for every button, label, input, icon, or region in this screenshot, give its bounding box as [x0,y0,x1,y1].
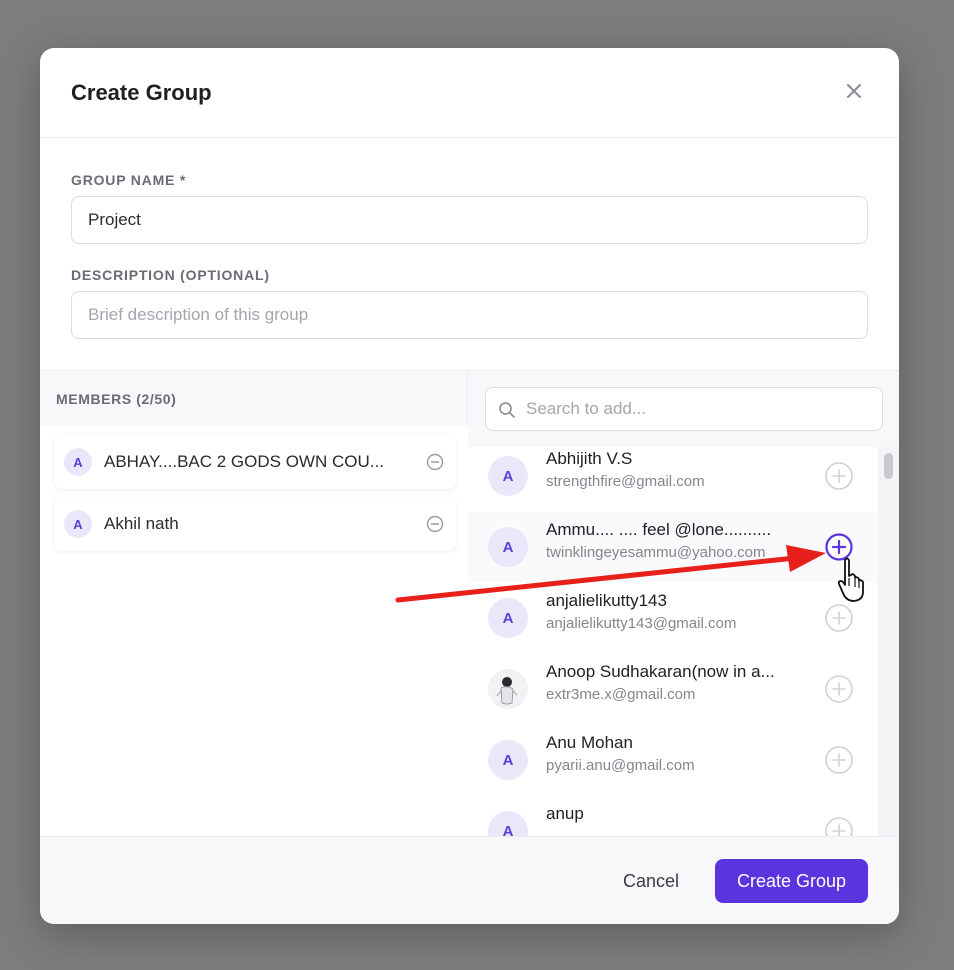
description-label: DESCRIPTION (OPTIONAL) [71,267,270,283]
avatar: A [64,448,92,476]
search-input[interactable] [526,388,876,429]
avatar: A [488,527,528,567]
result-email: twinklingeyesammu@yahoo.com [546,544,766,561]
user-photo-avatar [488,669,528,709]
close-icon[interactable] [843,80,865,102]
result-email: pyarii.anu@gmail.com [546,757,695,774]
search-results: A Abhijith V.S strengthfire@gmail.com A … [468,447,878,837]
cancel-button[interactable]: Cancel [606,859,696,903]
avatar: A [488,811,528,837]
plus-circle-icon[interactable] [824,461,854,491]
avatar: A [488,456,528,496]
members-list: A ABHAY....BAC 2 GODS OWN COU... A Akhil… [40,425,468,837]
search-icon [499,402,515,418]
result-name: Anoop Sudhakaran(now in a... [546,662,775,681]
minus-circle-icon[interactable] [426,453,444,471]
plus-circle-icon[interactable] [824,745,854,775]
list-item[interactable]: A Abhijith V.S strengthfire@gmail.com [468,447,878,511]
modal-header: Create Group [40,48,899,138]
modal-footer: Cancel Create Group [40,836,899,924]
plus-circle-icon[interactable] [824,674,854,704]
create-group-modal: Create Group GROUP NAME * DESCRIPTION (O… [40,48,899,924]
avatar: A [488,598,528,638]
members-title: MEMBERS (2/50) [56,391,177,407]
result-name: Abhijith V.S [546,449,633,468]
avatar: A [488,740,528,780]
group-name-input[interactable] [71,196,868,244]
member-name: Akhil nath [104,514,179,533]
result-email: anjalielikutty143@gmail.com [546,615,737,632]
list-item[interactable]: Anoop Sudhakaran(now in a... extr3me.x@g… [468,654,878,724]
search-box[interactable] [485,387,883,431]
list-item[interactable]: A Anu Mohan pyarii.anu@gmail.com [468,725,878,795]
result-name: Anu Mohan [546,733,633,752]
result-name: anjalielikutty143 [546,591,667,610]
hand-pointer-cursor-icon [837,557,864,602]
avatar: A [64,510,92,538]
member-item: A ABHAY....BAC 2 GODS OWN COU... [54,435,456,489]
modal-title: Create Group [71,80,212,105]
result-email: extr3me.x@gmail.com [546,686,696,703]
plus-circle-icon[interactable] [824,816,854,837]
minus-circle-icon[interactable] [426,515,444,533]
list-item[interactable]: A Ammu.... .... feel @lone.......... twi… [468,512,878,582]
create-group-button[interactable]: Create Group [715,859,868,903]
result-name: Ammu.... .... feel @lone.......... [546,520,772,539]
scrollbar-thumb[interactable] [884,453,893,479]
member-name: ABHAY....BAC 2 GODS OWN COU... [104,452,384,471]
member-item: A Akhil nath [54,497,456,551]
result-name: anup [546,804,584,823]
plus-circle-icon[interactable] [824,603,854,633]
members-panel: MEMBERS (2/50) A ABHAY....BAC 2 GODS OWN… [40,370,468,837]
search-panel: A Abhijith V.S strengthfire@gmail.com A … [468,370,899,837]
description-input[interactable] [71,291,868,339]
list-item[interactable]: A anjalielikutty143 anjalielikutty143@gm… [468,583,878,653]
group-name-label: GROUP NAME * [71,172,187,188]
result-email: strengthfire@gmail.com [546,473,705,490]
list-item[interactable]: A anup [468,796,878,837]
results-scrollbar[interactable] [878,447,899,837]
